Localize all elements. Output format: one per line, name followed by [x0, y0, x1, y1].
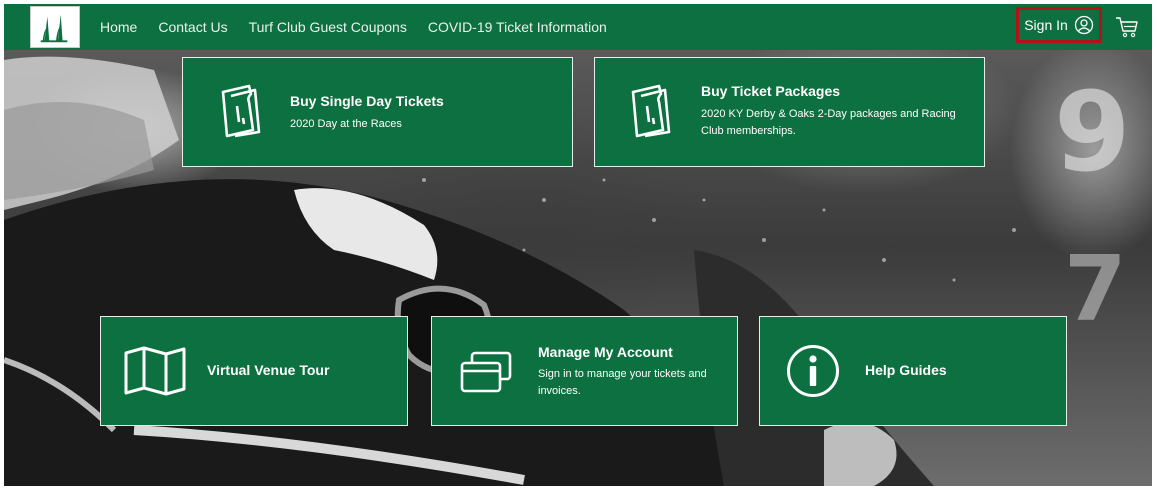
help-text: Help Guides — [865, 361, 947, 379]
svg-text:7: 7 — [1064, 237, 1127, 342]
tour-title: Virtual Venue Tour — [207, 362, 330, 378]
help-guides-tile[interactable]: Help Guides — [759, 316, 1067, 426]
single-day-text: Buy Single Day Tickets 2020 Day at the R… — [290, 92, 444, 133]
user-circle-icon — [1074, 15, 1093, 35]
page-frame: Home Contact Us Turf Club Guest Coupons … — [4, 4, 1152, 486]
map-icon — [123, 345, 187, 397]
account-text: Manage My Account Sign in to manage your… — [538, 343, 728, 400]
help-title: Help Guides — [865, 362, 947, 378]
nav-link-covid-info[interactable]: COVID-19 Ticket Information — [428, 19, 607, 35]
packages-text: Buy Ticket Packages 2020 KY Derby & Oaks… — [701, 82, 971, 140]
packages-title: Buy Ticket Packages — [701, 83, 841, 99]
twin-spires-logo[interactable] — [30, 6, 80, 48]
top-nav-bar: Home Contact Us Turf Club Guest Coupons … — [4, 4, 1152, 50]
cards-icon — [460, 351, 512, 393]
twin-spires-logo-icon — [40, 14, 68, 43]
nav-link-home[interactable]: Home — [100, 19, 137, 35]
manage-my-account-tile[interactable]: Manage My Account Sign in to manage your… — [431, 316, 738, 426]
single-day-title: Buy Single Day Tickets — [290, 93, 444, 109]
nav-link-contact-us[interactable]: Contact Us — [158, 19, 227, 35]
info-icon — [786, 344, 840, 398]
nav-links: Home Contact Us Turf Club Guest Coupons … — [100, 4, 628, 50]
tour-text: Virtual Venue Tour — [207, 361, 329, 379]
single-day-subtitle: 2020 Day at the Races — [290, 118, 402, 130]
nav-link-turf-club-coupons[interactable]: Turf Club Guest Coupons — [249, 19, 407, 35]
virtual-venue-tour-tile[interactable]: Virtual Venue Tour — [100, 316, 408, 426]
buy-single-day-tickets-tile[interactable]: Buy Single Day Tickets 2020 Day at the R… — [182, 57, 573, 167]
buy-ticket-packages-tile[interactable]: Buy Ticket Packages 2020 KY Derby & Oaks… — [594, 57, 985, 167]
sign-in-button[interactable]: Sign In — [1016, 7, 1102, 43]
svg-text:9: 9 — [1054, 68, 1131, 196]
account-title: Manage My Account — [538, 344, 673, 360]
ticket-icon — [627, 82, 673, 138]
packages-subtitle: 2020 KY Derby & Oaks 2-Day packages and … — [701, 108, 956, 137]
sign-in-label: Sign In — [1024, 17, 1068, 33]
account-subtitle: Sign in to manage your tickets and invoi… — [538, 368, 707, 397]
shopping-cart-icon[interactable] — [1115, 16, 1139, 38]
ticket-icon — [217, 82, 263, 138]
